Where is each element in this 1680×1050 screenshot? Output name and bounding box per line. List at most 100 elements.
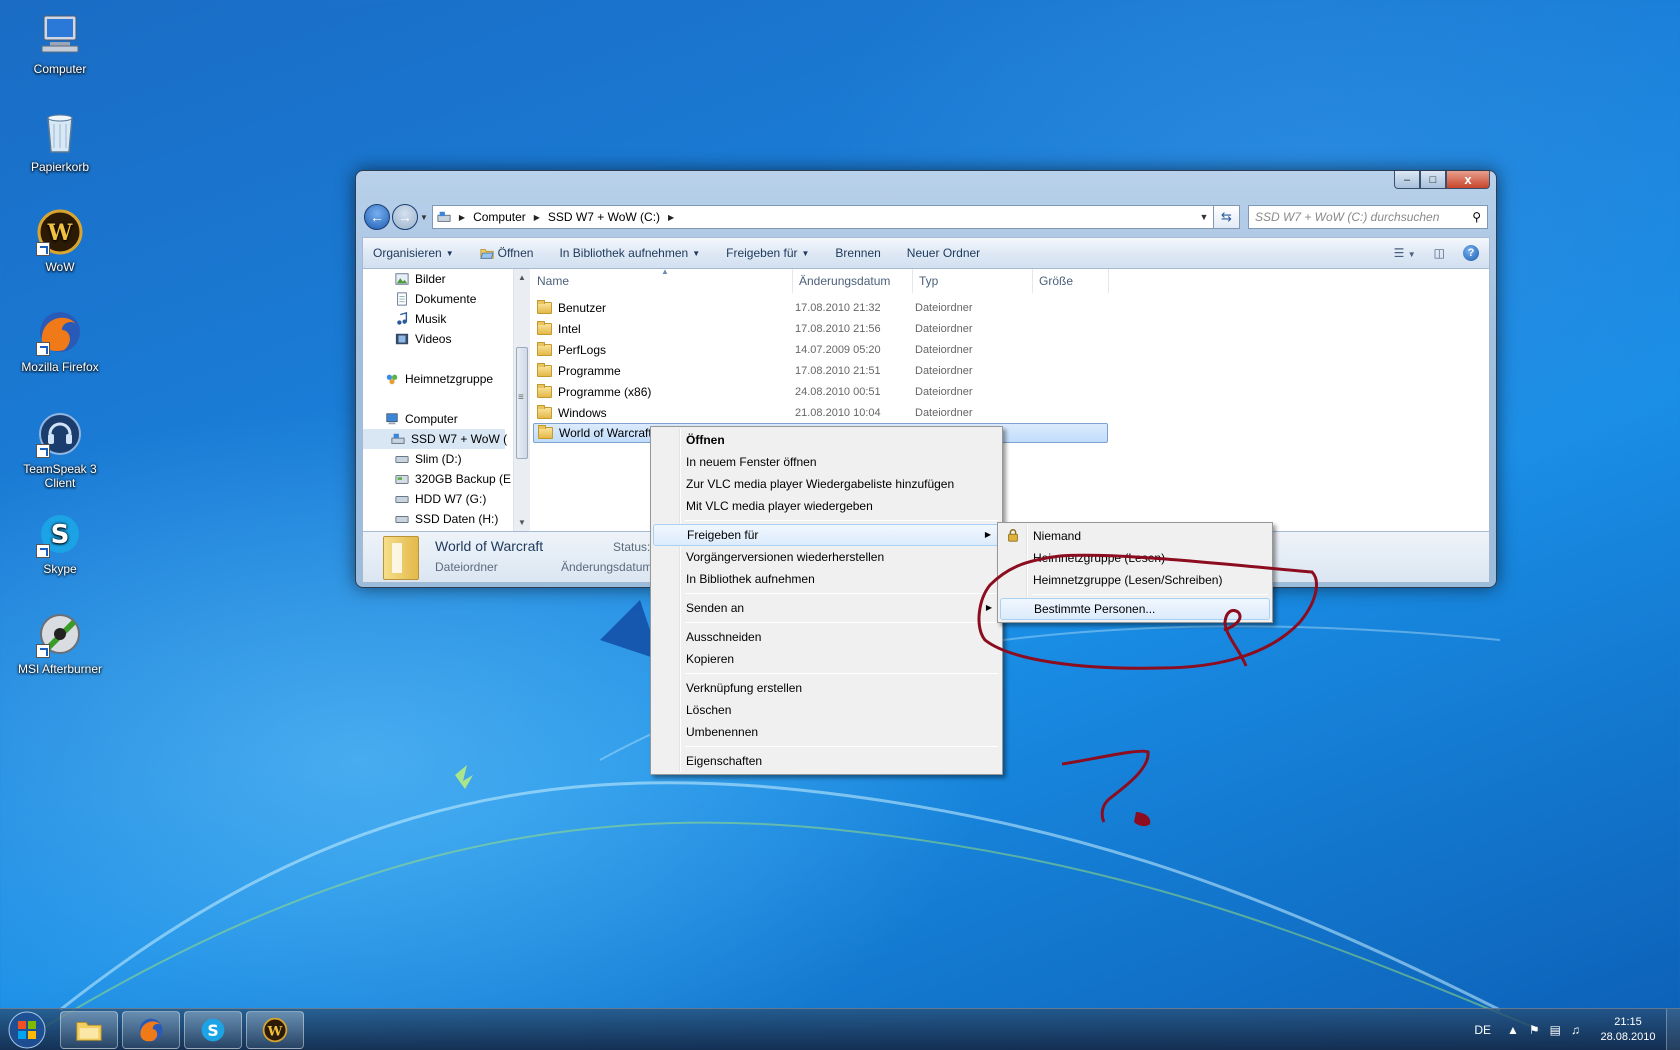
file-name: Benutzer: [558, 301, 607, 315]
breadcrumb-separator[interactable]: ▶: [668, 213, 674, 222]
desktop-icon-skype[interactable]: S Skype: [8, 510, 112, 576]
menu-item-vlc-play[interactable]: Mit VLC media player wiedergeben: [653, 495, 1000, 517]
nav-item-drive-d[interactable]: Slim (D:): [395, 449, 462, 469]
start-button[interactable]: [3, 1010, 51, 1050]
menu-item-delete[interactable]: Löschen: [653, 699, 1000, 721]
show-hidden-icons-icon[interactable]: ▲: [1507, 1023, 1519, 1037]
folder-icon: [537, 384, 552, 398]
menu-item-cut[interactable]: Ausschneiden: [653, 626, 1000, 648]
menu-item-share-with[interactable]: Freigeben für ▶: [653, 524, 1000, 546]
address-dropdown[interactable]: ▼: [1195, 212, 1213, 222]
refresh-button[interactable]: ⇆: [1214, 205, 1240, 229]
navpane-scrollbar[interactable]: ▲ ▼: [513, 269, 530, 531]
breadcrumb-drive[interactable]: SSD W7 + WoW (C:): [548, 210, 660, 224]
taskbar-firefox-button[interactable]: [122, 1011, 180, 1049]
shortcut-arrow-icon: [36, 644, 50, 658]
nav-item-documents[interactable]: Dokumente: [395, 289, 476, 309]
submenu-item-homegroup-read[interactable]: Heimnetzgruppe (Lesen): [1000, 547, 1270, 569]
help-button[interactable]: ?: [1463, 245, 1479, 261]
nav-item-videos[interactable]: Videos: [395, 329, 451, 349]
nav-item-pictures[interactable]: Bilder: [395, 269, 446, 289]
menu-item-include-library[interactable]: In Bibliothek aufnehmen: [653, 568, 1000, 590]
forward-button[interactable]: →: [392, 204, 418, 230]
table-row[interactable]: Programme 17.08.2010 21:51 Dateiordner: [533, 361, 1108, 381]
burn-button[interactable]: Brennen: [835, 246, 880, 260]
nav-item-homegroup[interactable]: Heimnetzgruppe: [385, 369, 493, 389]
close-button[interactable]: x: [1446, 171, 1490, 189]
clock[interactable]: 21:15 28.08.2010: [1590, 1015, 1666, 1045]
open-button[interactable]: Öffnen: [479, 246, 533, 260]
computer-icon: [386, 413, 398, 425]
maximize-button[interactable]: □: [1420, 171, 1446, 189]
taskbar-skype-button[interactable]: S: [184, 1011, 242, 1049]
table-row[interactable]: Programme (x86) 24.08.2010 00:51 Dateiordn…: [533, 382, 1108, 402]
hard-drive-icon: [395, 495, 409, 503]
nav-label: HDD W7 (G:): [415, 492, 487, 506]
breadcrumb-separator[interactable]: ▶: [459, 213, 465, 222]
breadcrumb-computer[interactable]: Computer: [473, 210, 526, 224]
scroll-up-icon[interactable]: ▲: [514, 269, 530, 286]
menu-item-restore-previous[interactable]: Vorgängerversionen wiederherstellen: [653, 546, 1000, 568]
view-options-button[interactable]: ☰ ▼: [1394, 246, 1416, 260]
recent-pages-dropdown[interactable]: ▼: [420, 213, 428, 222]
clock-time: 21:15: [1614, 1016, 1642, 1028]
table-row[interactable]: Windows 21.08.2010 10:04 Dateiordner: [533, 403, 1108, 423]
volume-icon[interactable]: ♫: [1571, 1023, 1580, 1037]
menu-item-copy[interactable]: Kopieren: [653, 648, 1000, 670]
table-row[interactable]: PerfLogs 14.07.2009 05:20 Dateiordner: [533, 340, 1108, 360]
desktop-icon-recycle-bin[interactable]: Papierkorb: [8, 108, 112, 174]
column-size[interactable]: Größe: [1033, 269, 1109, 293]
library-label: In Bibliothek aufnehmen: [559, 246, 689, 260]
menu-item-send-to[interactable]: Senden an ▶: [653, 597, 1000, 619]
file-type: Dateiordner: [915, 407, 973, 419]
desktop-icon-wow[interactable]: W WoW: [8, 208, 112, 274]
taskbar-explorer-button[interactable]: [60, 1011, 118, 1049]
submenu-item-specific-people[interactable]: Bestimmte Personen...: [1000, 598, 1270, 620]
nav-item-computer[interactable]: Computer: [385, 409, 458, 429]
menu-item-properties[interactable]: Eigenschaften: [653, 750, 1000, 772]
desktop-icon-computer[interactable]: Computer: [8, 10, 112, 76]
desktop-icon-label: MSI Afterburner: [17, 662, 103, 676]
menu-item-rename[interactable]: Umbenennen: [653, 721, 1000, 743]
nav-item-drive-h[interactable]: SSD Daten (H:): [395, 509, 498, 529]
breadcrumb-separator[interactable]: ▶: [534, 213, 540, 222]
menu-item-create-shortcut[interactable]: Verknüpfung erstellen: [653, 677, 1000, 699]
nav-item-drive-c[interactable]: SSD W7 + WoW (: [363, 429, 508, 449]
scrollbar-thumb[interactable]: [516, 347, 528, 459]
menu-item-open[interactable]: Öffnen: [653, 429, 1000, 451]
table-row[interactable]: Intel 17.08.2010 21:56 Dateiordner: [533, 319, 1108, 339]
nav-item-drive-g[interactable]: HDD W7 (G:): [395, 489, 486, 509]
desktop-icon-msi-afterburner[interactable]: MSI Afterburner: [8, 610, 112, 676]
menu-item-open-new-window[interactable]: In neuem Fenster öffnen: [653, 451, 1000, 473]
preview-pane-button[interactable]: ◫: [1434, 246, 1445, 260]
scroll-down-icon[interactable]: ▼: [514, 514, 530, 531]
nav-item-drive-e[interactable]: 320GB Backup (E: [395, 469, 511, 489]
show-desktop-button[interactable]: [1666, 1009, 1680, 1050]
menu-item-vlc-playlist[interactable]: Zur VLC media player Wiedergabeliste hin…: [653, 473, 1000, 495]
nav-item-music[interactable]: Musik: [395, 309, 446, 329]
submenu-item-nobody[interactable]: Niemand: [1000, 525, 1270, 547]
new-folder-button[interactable]: Neuer Ordner: [907, 246, 980, 260]
minimize-button[interactable]: –: [1394, 171, 1420, 189]
search-input[interactable]: [1255, 210, 1473, 224]
taskbar-wow-button[interactable]: W: [246, 1011, 304, 1049]
nav-label: Computer: [405, 412, 458, 426]
file-name: World of Warcraft: [559, 426, 652, 440]
column-type[interactable]: Typ: [913, 269, 1033, 293]
include-in-library-button[interactable]: In Bibliothek aufnehmen ▼: [559, 246, 700, 260]
organize-button[interactable]: Organisieren ▼: [373, 246, 454, 260]
submenu-item-homegroup-readwrite[interactable]: Heimnetzgruppe (Lesen/Schreiben): [1000, 569, 1270, 591]
search-box[interactable]: ⚲: [1248, 205, 1488, 229]
action-center-flag-icon[interactable]: ⚑: [1529, 1023, 1540, 1037]
share-with-button[interactable]: Freigeben für ▼: [726, 246, 809, 260]
desktop-icon-teamspeak[interactable]: TeamSpeak 3 Client: [8, 410, 112, 490]
address-bar[interactable]: ▶ Computer ▶ SSD W7 + WoW (C:) ▶ ▼: [431, 205, 1214, 229]
table-row[interactable]: Benutzer 17.08.2010 21:32 Dateiordner: [533, 298, 1108, 318]
network-icon[interactable]: ▤: [1550, 1023, 1561, 1037]
language-indicator[interactable]: DE: [1474, 1023, 1491, 1037]
back-button[interactable]: ←: [364, 204, 390, 230]
nav-label: SSD W7 + WoW (: [411, 432, 508, 446]
desktop-icon-firefox[interactable]: Mozilla Firefox: [8, 308, 112, 374]
svg-text:S: S: [51, 520, 70, 550]
column-date[interactable]: Änderungsdatum: [793, 269, 913, 293]
